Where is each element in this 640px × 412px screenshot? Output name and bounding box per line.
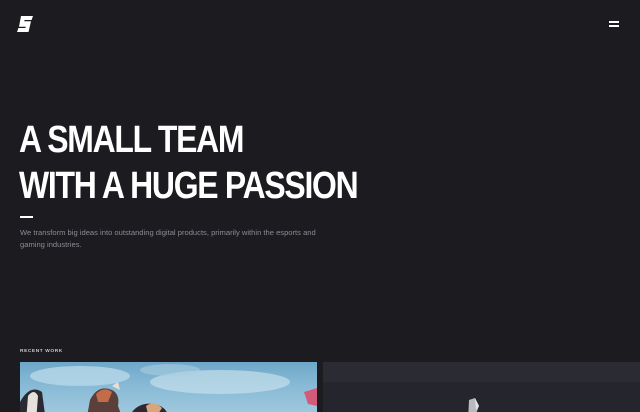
hero-headline-line-1: A SMALL TEAM bbox=[19, 119, 245, 161]
hero-headline: A SMALL TEAM WITH A HUGE PASSION bbox=[19, 117, 359, 209]
logo-icon[interactable] bbox=[16, 15, 34, 33]
work-thumbnail-image bbox=[323, 362, 640, 412]
menu-button[interactable] bbox=[607, 18, 621, 30]
hero-tagline: We transform big ideas into outstanding … bbox=[20, 228, 316, 249]
hamburger-menu-icon bbox=[609, 21, 619, 23]
recent-work-card-2[interactable] bbox=[323, 362, 640, 412]
hamburger-menu-icon-line bbox=[609, 25, 619, 27]
recent-work-label: RECENT WORK bbox=[20, 349, 63, 354]
hero-headline-line-2: WITH A HUGE PASSION bbox=[19, 165, 359, 207]
work-thumbnail-image bbox=[20, 364, 317, 412]
accent-divider bbox=[20, 216, 33, 218]
recent-work-card-1[interactable] bbox=[20, 362, 317, 412]
page: A SMALL TEAM WITH A HUGE PASSION We tran… bbox=[0, 0, 640, 412]
